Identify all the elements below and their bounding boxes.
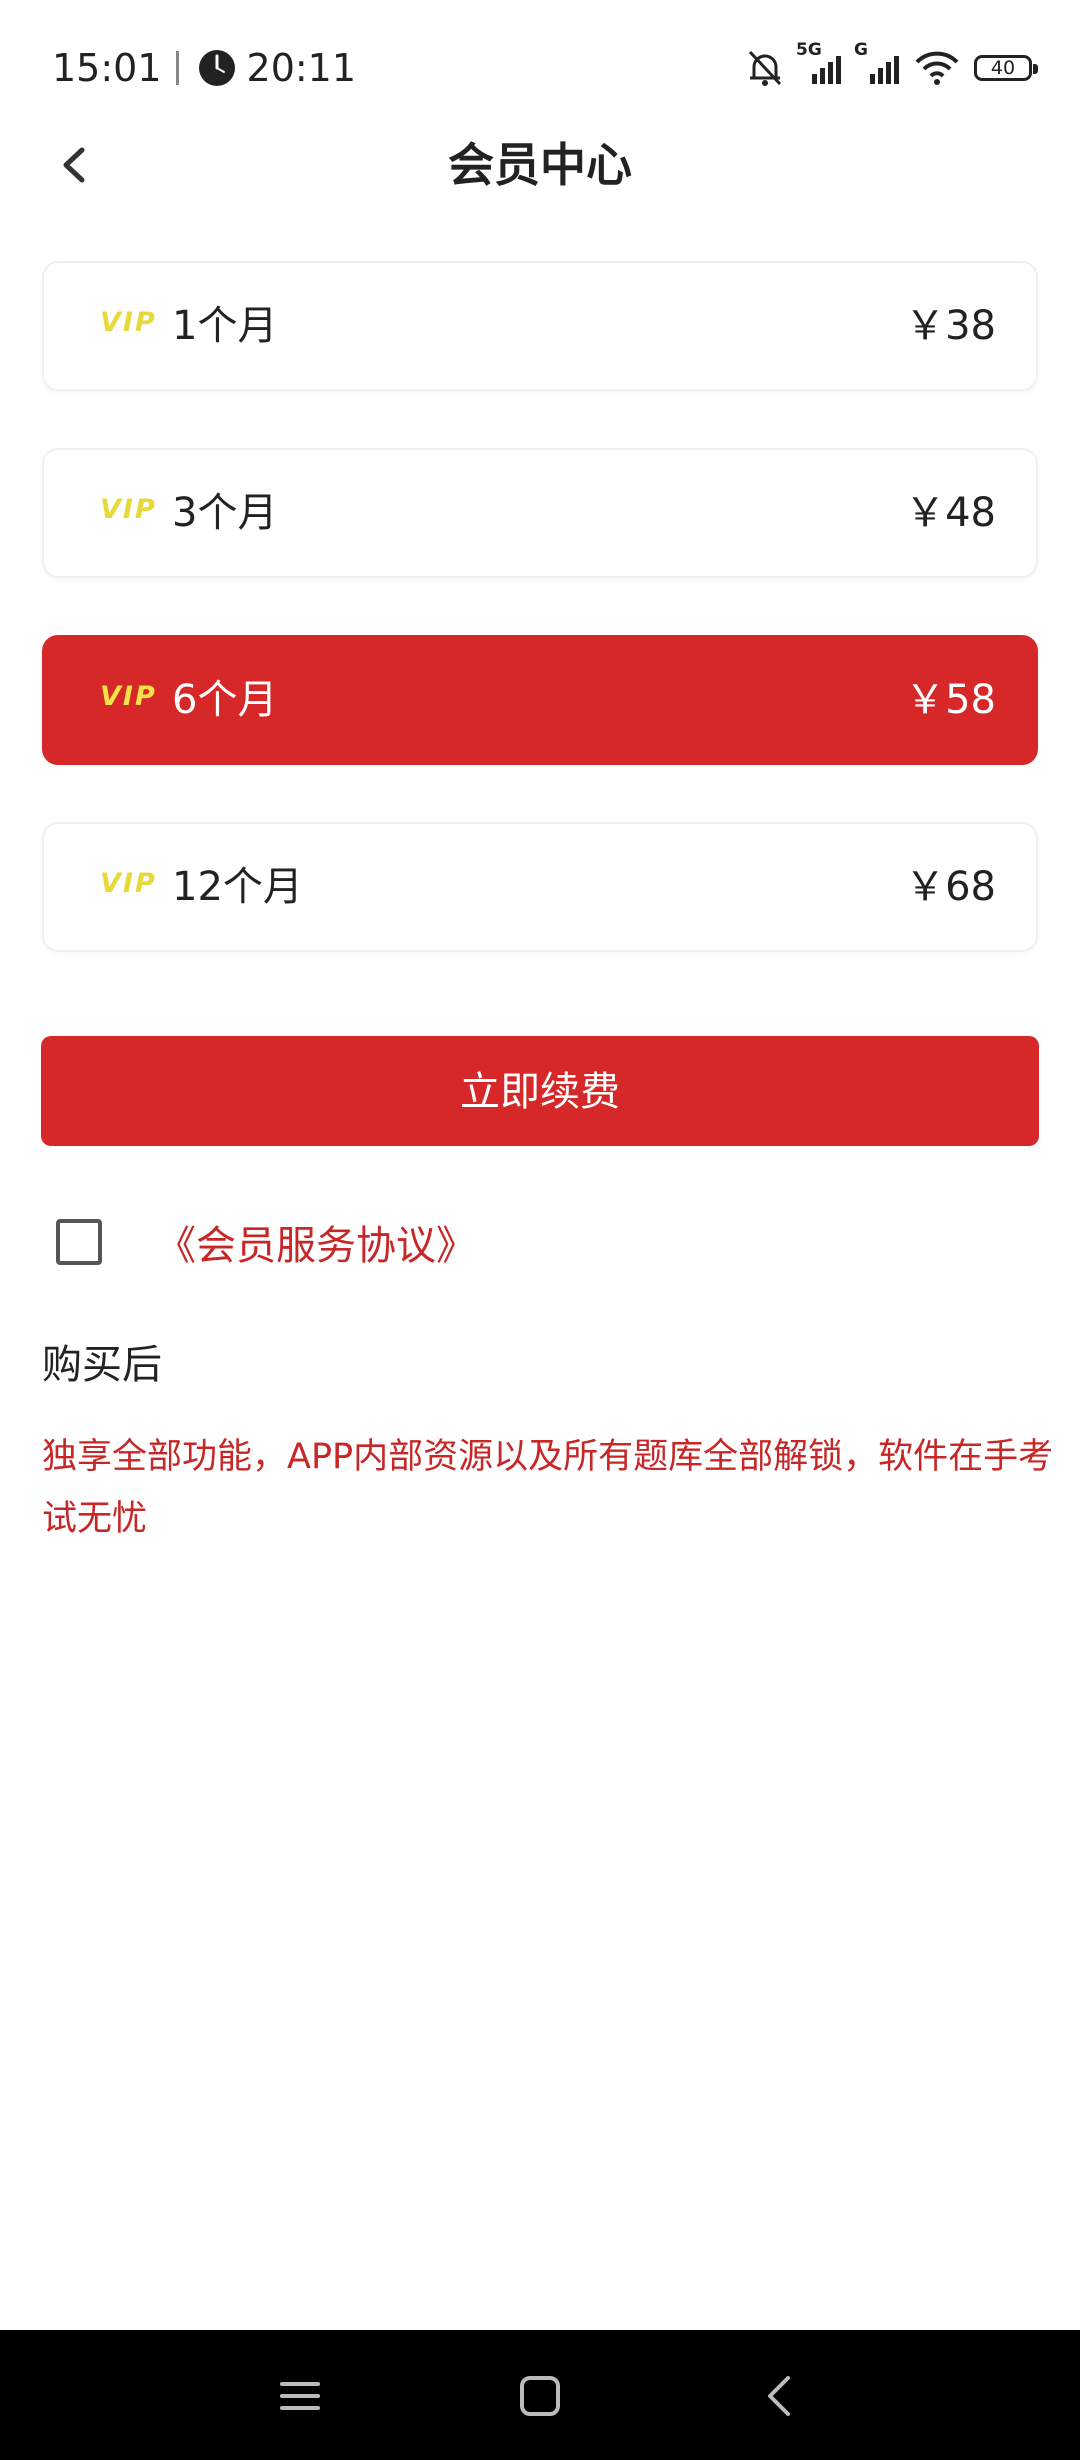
plan-price: ￥58 (905, 677, 996, 723)
header: 会员中心 (0, 120, 1080, 210)
plan-price: ￥48 (905, 490, 996, 536)
vip-badge: VIP (100, 494, 157, 525)
plan-list: VIP 1个月 ￥38 VIP 3个月 ￥48 VIP 6个月 ￥58 VIP … (42, 261, 1038, 1009)
status-left: 15:01 20:11 (52, 42, 356, 94)
plan-option-12-months[interactable]: VIP 12个月 ￥68 (42, 822, 1038, 952)
bell-off-icon (748, 50, 782, 86)
network-label-g: G (854, 40, 868, 60)
wifi-icon (915, 51, 959, 85)
plan-option-1-month[interactable]: VIP 1个月 ￥38 (42, 261, 1038, 391)
status-bar: 15:01 20:11 5G G 40 (0, 0, 1080, 135)
vip-badge: VIP (100, 868, 157, 899)
clock-icon (198, 50, 235, 86)
network-label-5g: 5G (796, 40, 822, 60)
plan-option-3-months[interactable]: VIP 3个月 ￥48 (42, 448, 1038, 578)
status-right: 5G G 40 (746, 40, 1038, 94)
member-agreement-link[interactable]: 《会员服务协议》 (156, 1213, 476, 1271)
signal-5g: 5G (796, 40, 842, 86)
status-time: 15:01 (52, 46, 162, 90)
after-purchase-description: 独享全部功能，APP内部资源以及所有题库全部解锁，软件在手考试无忧 (42, 1437, 1054, 1539)
page-title: 会员中心 (448, 138, 632, 192)
after-purchase-title: 购买后 (42, 1342, 162, 1388)
agreement-row: 《会员服务协议》 (56, 1212, 476, 1272)
battery-icon: 40 (974, 55, 1038, 81)
agreement-checkbox[interactable] (56, 1219, 102, 1265)
plan-option-6-months[interactable]: VIP 6个月 ￥58 (42, 635, 1038, 765)
plan-duration: 12个月 (172, 864, 303, 910)
plan-price: ￥38 (905, 303, 996, 349)
plan-duration: 3个月 (172, 490, 278, 536)
vip-badge: VIP (100, 681, 157, 712)
menu-icon[interactable] (270, 2366, 330, 2426)
clock-app-time: 20:11 (246, 46, 357, 90)
back-icon[interactable] (750, 2366, 810, 2426)
plan-price: ￥68 (905, 864, 996, 910)
plan-duration: 6个月 (172, 677, 278, 723)
plan-duration: 1个月 (172, 303, 278, 349)
renew-now-button[interactable]: 立即续费 (41, 1036, 1039, 1146)
home-icon[interactable] (510, 2366, 570, 2426)
status-divider (175, 51, 179, 85)
system-nav-bar (0, 2330, 1080, 2460)
vip-badge: VIP (100, 307, 157, 338)
signal-g: G (854, 40, 900, 86)
battery-level: 40 (990, 57, 1016, 79)
